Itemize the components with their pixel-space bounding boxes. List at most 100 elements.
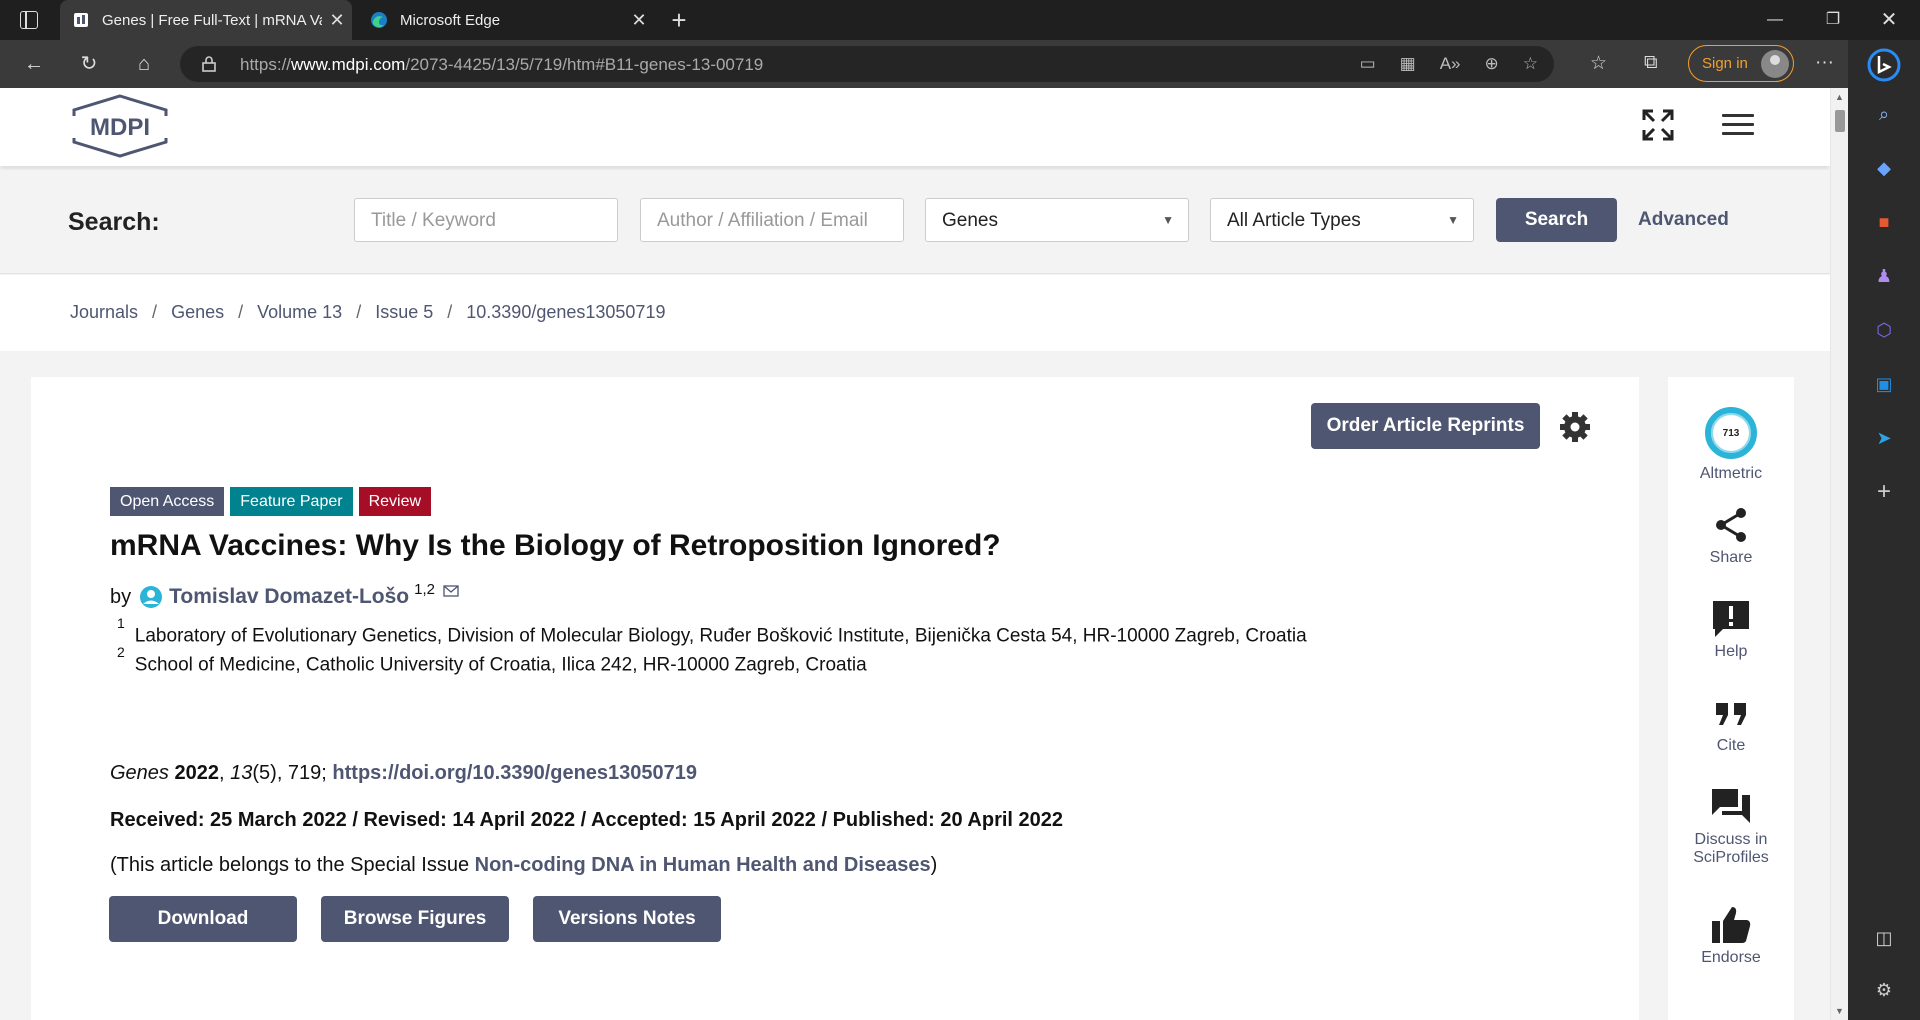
new-tab-icon[interactable]: + [664, 6, 694, 34]
browser-toolbar: ← ↻ ⌂ https://www.mdpi.com/2073-4425/13/… [0, 40, 1920, 88]
sidebar-toggle-icon[interactable]: ◫ [1872, 926, 1896, 950]
journal-select[interactable]: Genes ▼ [925, 198, 1189, 242]
tab-label: Microsoft Edge [400, 11, 501, 29]
person-icon [140, 586, 163, 608]
caret-down-icon: ▼ [1162, 213, 1174, 227]
refresh-icon[interactable]: ↻ [73, 48, 105, 80]
advanced-search-link[interactable]: Advanced [1638, 209, 1729, 231]
special-issue-link[interactable]: Non-coding DNA in Human Health and Disea… [475, 854, 931, 876]
tools-icon[interactable]: ■ [1872, 210, 1896, 234]
zoom-icon[interactable]: ⊕ [1485, 54, 1499, 74]
scroll-thumb[interactable] [1835, 110, 1845, 132]
article-title: mRNA Vaccines: Why Is the Biology of Ret… [110, 529, 1001, 562]
help-item[interactable]: Help [1668, 599, 1794, 661]
read-aloud-icon[interactable]: A» [1440, 54, 1461, 74]
minimize-icon[interactable]: — [1752, 0, 1798, 40]
share-icon [1716, 508, 1746, 542]
breadcrumb-issue[interactable]: Issue 5 [375, 302, 433, 323]
article-tools-panel: 713 Altmetric Share Help Cite Discuss in… [1668, 377, 1794, 1020]
shopping-icon[interactable]: ◆ [1872, 156, 1896, 180]
caret-down-icon: ▼ [1447, 213, 1459, 227]
keyword-input[interactable]: Title / Keyword [354, 198, 618, 242]
breadcrumb-doi[interactable]: 10.3390/genes13050719 [466, 302, 665, 323]
article-dates: Received: 25 March 2022 / Revised: 14 Ap… [110, 809, 1064, 831]
collections-icon[interactable]: ⧉ [1644, 52, 1658, 74]
settings-icon[interactable]: ⚙ [1872, 978, 1896, 1002]
more-options-icon[interactable]: ··· [1815, 52, 1834, 74]
article-badges: Open Access Feature Paper Review [110, 487, 432, 516]
scroll-up-icon[interactable]: ▲ [1835, 92, 1844, 102]
drop-icon[interactable]: ➤ [1872, 426, 1896, 450]
games-icon[interactable]: ♟ [1872, 264, 1896, 288]
app-available-icon[interactable]: ▭ [1360, 54, 1376, 74]
author-input[interactable]: Author / Affiliation / Email [640, 198, 904, 242]
window-close-icon[interactable]: ✕ [1866, 0, 1912, 40]
discuss-item[interactable]: Discuss in SciProfiles [1668, 787, 1794, 867]
help-label: Help [1714, 643, 1748, 660]
search-button[interactable]: Search [1496, 198, 1617, 242]
edge-sidebar: ⌕ ◆ ■ ♟ ⬡ ▣ ➤ + ◫ ⚙ [1848, 40, 1920, 1020]
discuss-icon [1712, 789, 1750, 823]
tab-actions-icon[interactable] [20, 11, 38, 29]
share-item[interactable]: Share [1668, 505, 1794, 567]
gear-icon[interactable] [1558, 410, 1592, 444]
tab-close-icon[interactable]: ✕ [322, 10, 352, 31]
lock-icon [202, 56, 216, 72]
breadcrumb-genes[interactable]: Genes [171, 302, 224, 323]
journal-select-value: Genes [942, 210, 998, 231]
sign-in-label: Sign in [1702, 55, 1748, 72]
article-card: Order Article Reprints Open Access Featu… [31, 377, 1639, 1020]
feature-paper-badge: Feature Paper [230, 487, 353, 516]
article-type-select[interactable]: All Article Types ▼ [1210, 198, 1474, 242]
address-bar[interactable]: https://www.mdpi.com/2073-4425/13/5/719/… [180, 46, 1554, 82]
breadcrumb-journals[interactable]: Journals [70, 302, 138, 323]
breadcrumb-volume[interactable]: Volume 13 [257, 302, 342, 323]
search-label: Search: [68, 208, 160, 236]
page-scrollbar[interactable]: ▲ ▼ [1830, 88, 1848, 1020]
thumbs-up-icon [1712, 907, 1751, 943]
altmetric-item[interactable]: 713 Altmetric [1668, 407, 1794, 483]
quote-icon [1716, 703, 1746, 725]
restore-icon[interactable]: ❐ [1810, 0, 1856, 40]
affiliation-1: 1Laboratory of Evolutionary Genetics, Di… [117, 615, 1307, 647]
order-reprints-button[interactable]: Order Article Reprints [1311, 403, 1540, 449]
favorites-icon[interactable]: ☆ [1590, 52, 1607, 75]
versions-notes-button[interactable]: Versions Notes [533, 896, 721, 942]
cite-label: Cite [1716, 737, 1746, 754]
article-type-value: All Article Types [1227, 210, 1361, 231]
search-icon[interactable]: ⌕ [1872, 102, 1896, 126]
breadcrumb: Journals / Genes / Volume 13/ Issue 5/ 10.… [0, 275, 1830, 351]
avatar [1761, 50, 1789, 78]
sign-in-button[interactable]: Sign in [1688, 45, 1794, 82]
share-label: Share [1709, 549, 1753, 566]
mdpi-logo[interactable]: MDPI [68, 94, 172, 158]
scroll-down-icon[interactable]: ▼ [1835, 1006, 1844, 1016]
tab-genes-article[interactable]: Genes | Free Full-Text | mRNA Va ✕ [60, 0, 352, 40]
svg-text:MDPI: MDPI [90, 114, 150, 141]
doi-link[interactable]: https://doi.org/10.3390/genes13050719 [332, 762, 697, 784]
edge-icon [370, 11, 388, 29]
browser-titlebar: Genes | Free Full-Text | mRNA Va ✕ Micro… [0, 0, 1920, 40]
back-icon[interactable]: ← [18, 48, 50, 80]
cite-item[interactable]: Cite [1668, 693, 1794, 755]
add-sidebar-icon[interactable]: + [1872, 480, 1896, 504]
bing-chat-icon[interactable] [1866, 48, 1902, 84]
tab-close-icon[interactable]: ✕ [624, 10, 654, 31]
microsoft-365-icon[interactable]: ⬡ [1872, 318, 1896, 342]
help-icon [1713, 601, 1749, 637]
menu-icon[interactable] [1722, 114, 1754, 136]
review-badge: Review [358, 487, 432, 516]
browse-figures-button[interactable]: Browse Figures [321, 896, 509, 942]
tab-microsoft-edge[interactable]: Microsoft Edge ✕ [358, 0, 654, 40]
add-favorite-icon[interactable]: ☆ [1523, 54, 1538, 74]
outlook-icon[interactable]: ▣ [1872, 372, 1896, 396]
fullscreen-icon[interactable] [1641, 108, 1675, 142]
mail-icon[interactable] [443, 585, 459, 597]
endorse-item[interactable]: Endorse [1668, 905, 1794, 967]
author-affiliation-sup: 1,2 [414, 580, 435, 598]
author-link[interactable]: Tomislav Domazet-Lošo [169, 585, 409, 609]
site-header: MDPI [0, 88, 1830, 166]
home-icon[interactable]: ⌂ [128, 48, 160, 80]
qr-code-icon[interactable]: ▦ [1400, 54, 1416, 74]
download-button[interactable]: Download [109, 896, 297, 942]
